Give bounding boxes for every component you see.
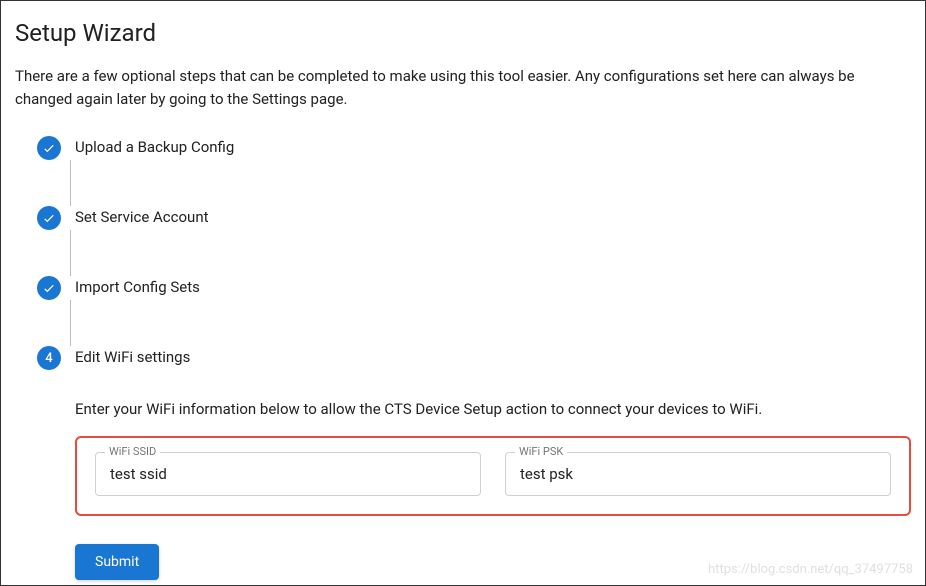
stepper: Upload a Backup Config Set Service Accou… [15,136,911,580]
watermark: https://blog.csdn.net/qq_37497758 [708,562,913,577]
wifi-ssid-label: WiFi SSID [105,445,160,458]
step-import-config[interactable]: Import Config Sets [37,276,911,300]
step-label: Set Service Account [61,206,209,226]
page-description: There are a few optional steps that can … [15,65,911,110]
step-label: Upload a Backup Config [61,136,234,156]
step-wifi-settings: 4 Edit WiFi settings Enter your WiFi inf… [37,346,911,580]
submit-button[interactable]: Submit [75,544,159,580]
check-icon [37,276,61,300]
wifi-psk-input[interactable] [505,452,891,496]
wifi-ssid-field: WiFi SSID [95,452,481,496]
step-number-badge: 4 [37,346,61,370]
step-connector [70,230,71,276]
wifi-psk-field: WiFi PSK [505,452,891,496]
step-label: Edit WiFi settings [61,346,190,366]
wifi-psk-label: WiFi PSK [515,445,567,458]
wifi-instruction: Enter your WiFi information below to all… [75,400,911,418]
step-label: Import Config Sets [61,276,200,296]
wifi-fields-highlight: WiFi SSID WiFi PSK [75,436,911,516]
step-connector [70,160,71,206]
check-icon [37,136,61,160]
check-icon [37,206,61,230]
wifi-ssid-input[interactable] [95,452,481,496]
step-upload-backup[interactable]: Upload a Backup Config [37,136,911,160]
page-title: Setup Wizard [15,19,911,47]
step-service-account[interactable]: Set Service Account [37,206,911,230]
step-connector [70,300,71,346]
